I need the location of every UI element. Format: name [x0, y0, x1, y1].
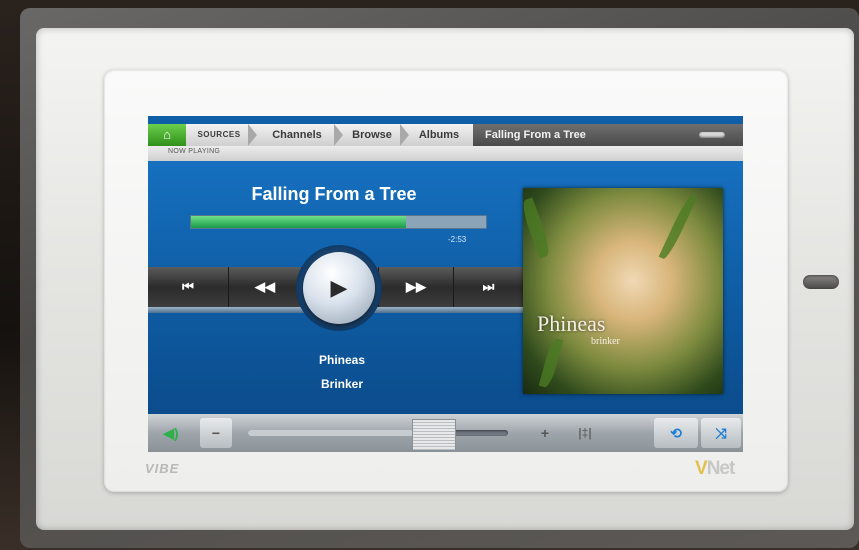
volume-up-button[interactable]: +	[528, 418, 562, 448]
rewind-icon: ◀◀	[255, 279, 275, 294]
album-name: Brinker	[320, 377, 364, 391]
shuffle-icon: ⤨	[715, 425, 727, 441]
fast-forward-button[interactable]: ▶▶	[378, 267, 454, 307]
home-icon: ⌂	[163, 127, 171, 142]
shuffle-button[interactable]: ⤨	[701, 418, 741, 448]
speaker-icon: ◀)	[163, 425, 179, 441]
now-playing-label: NOW PLAYING	[168, 148, 221, 155]
breadcrumb-separator	[400, 124, 409, 146]
progress-bar[interactable]	[190, 215, 487, 229]
touch-screen: ⌂ SOURCES Channels Browse Albums Falling…	[148, 116, 743, 452]
art-leaf	[523, 197, 553, 259]
art-leaf	[658, 193, 698, 261]
play-icon: ▶	[330, 275, 348, 300]
art-leaf	[538, 337, 564, 389]
volume-slider[interactable]	[248, 430, 508, 436]
breadcrumb-separator	[248, 124, 257, 146]
album-art: Phineas brinker	[523, 188, 723, 394]
volume-bar: ◀) − + |‡| ⟲ ⤨	[148, 414, 743, 452]
artist-name: Phineas	[318, 353, 366, 367]
breadcrumb-channels[interactable]: Channels	[260, 124, 334, 146]
brand-logo-vnet: VNet	[695, 458, 735, 479]
breadcrumb-albums[interactable]: Albums	[410, 124, 468, 146]
equalizer-icon: |‡|	[578, 426, 592, 440]
next-track-button[interactable]: ⏭	[453, 267, 524, 307]
repeat-button[interactable]: ⟲	[654, 418, 698, 448]
repeat-icon: ⟲	[670, 425, 682, 441]
now-playing-header: NOW PLAYING	[148, 146, 743, 161]
breadcrumb-separator	[334, 124, 343, 146]
volume-fill	[248, 430, 433, 436]
previous-track-icon: ⏮	[182, 279, 194, 294]
volume-slider-handle[interactable]	[411, 419, 456, 451]
home-button[interactable]: ⌂	[148, 124, 186, 146]
play-button[interactable]: ▶	[303, 252, 375, 324]
breadcrumb-browse[interactable]: Browse	[344, 124, 400, 146]
menu-handle-icon[interactable]	[699, 132, 725, 138]
breadcrumb-current-label: Falling From a Tree	[485, 129, 586, 141]
breadcrumb: ⌂ SOURCES Channels Browse Albums Falling…	[148, 124, 743, 146]
album-art-title: Phineas	[537, 311, 606, 336]
rewind-button[interactable]: ◀◀	[229, 267, 302, 307]
side-hardware-button[interactable]	[803, 275, 839, 289]
equalizer-button[interactable]: |‡|	[568, 418, 602, 448]
scene: VIBE VNet ⌂ SOURCES Channels Browse Albu…	[0, 0, 859, 550]
album-art-subtitle: brinker	[591, 336, 620, 347]
plus-icon: +	[540, 425, 550, 441]
volume-down-button[interactable]: −	[200, 418, 232, 448]
progress-fill	[191, 216, 407, 228]
previous-track-button[interactable]: ⏮	[148, 267, 229, 307]
mute-button[interactable]: ◀)	[154, 418, 188, 448]
fast-forward-icon: ▶▶	[406, 279, 426, 294]
breadcrumb-sources[interactable]: SOURCES	[190, 124, 248, 146]
brand-logo-vibe: VIBE	[145, 461, 180, 476]
minus-icon: −	[211, 425, 221, 441]
song-title: Falling From a Tree	[251, 184, 417, 204]
breadcrumb-current: Falling From a Tree	[473, 124, 743, 146]
time-remaining: -2:53	[448, 235, 467, 244]
next-track-icon: ⏭	[482, 279, 495, 294]
